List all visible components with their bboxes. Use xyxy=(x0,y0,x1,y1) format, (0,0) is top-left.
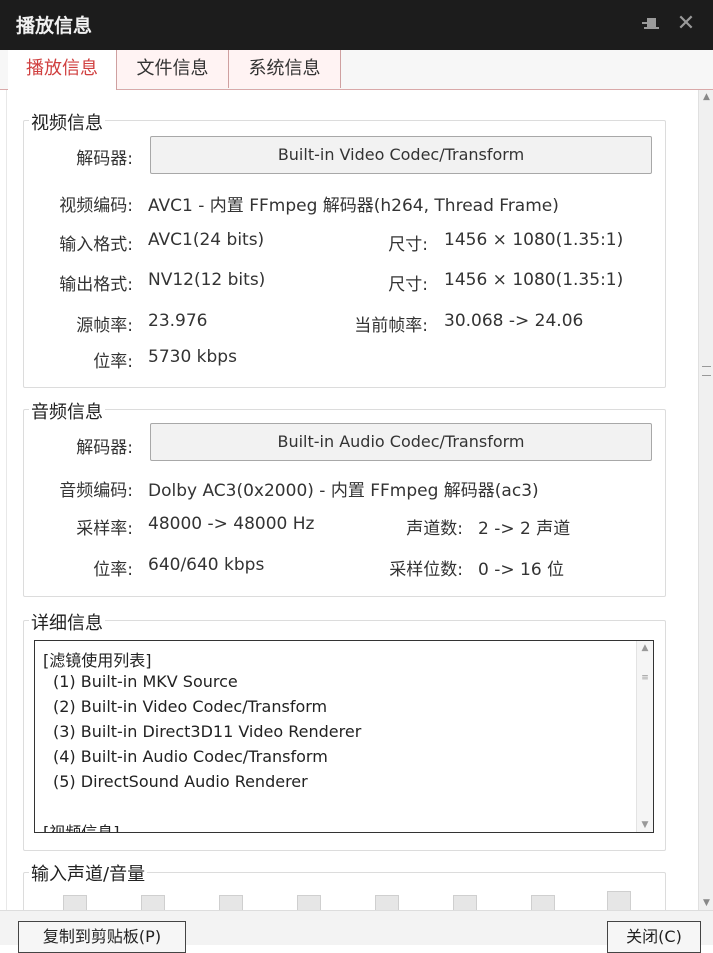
scroll-down-icon[interactable]: ▼ xyxy=(699,896,713,910)
details-line: (3) Built-in Direct3D11 Video Renderer xyxy=(53,722,362,741)
output-format-value: NV12(12 bits) xyxy=(148,270,266,290)
video-decoder-button[interactable]: Built-in Video Codec/Transform xyxy=(150,136,652,174)
output-size-label: 尺寸: xyxy=(388,275,428,295)
audio-decoder-button[interactable]: Built-in Audio Codec/Transform xyxy=(150,423,652,461)
output-size-value: 1456 × 1080(1.35:1) xyxy=(444,270,624,290)
video-decoder-label: 解码器: xyxy=(76,149,133,169)
audio-bitrate-value: 640/640 kbps xyxy=(148,555,265,575)
details-line: (4) Built-in Audio Codec/Transform xyxy=(53,747,328,766)
details-line: [视频信息] xyxy=(43,823,120,833)
audio-codec-value: Dolby AC3(0x2000) - 内置 FFmpeg 解码器(ac3) xyxy=(148,481,539,501)
tab-system-info[interactable]: 系统信息 xyxy=(229,50,341,88)
close-icon[interactable]: ✕ xyxy=(672,10,700,38)
footer-bar: 复制到剪贴板(P) 关闭(C) xyxy=(0,910,713,953)
tab-file-info[interactable]: 文件信息 xyxy=(117,50,229,88)
samplerate-value: 48000 -> 48000 Hz xyxy=(148,514,315,534)
video-codec-value: AVC1 - 内置 FFmpeg 解码器(h264, Thread Frame) xyxy=(148,196,559,216)
details-scroll-down-icon[interactable]: ▼ xyxy=(637,818,653,832)
details-line: [滤镜使用列表] xyxy=(43,651,152,670)
source-fps-value: 23.976 xyxy=(148,311,208,331)
details-scroll-up-icon[interactable]: ▲ xyxy=(637,641,653,655)
main-scrollbar[interactable]: ▲ ▼ xyxy=(698,90,713,910)
tab-bar: 播放信息 文件信息 系统信息 xyxy=(0,50,713,90)
video-info-legend: 视频信息 xyxy=(29,109,105,135)
details-line: (5) DirectSound Audio Renderer xyxy=(53,772,308,791)
video-bitrate-label: 位率: xyxy=(93,352,133,372)
sample-bits-label: 采样位数: xyxy=(389,560,463,580)
scroll-grip-icon[interactable] xyxy=(702,366,711,376)
video-bitrate-value: 5730 kbps xyxy=(148,347,237,367)
input-format-value: AVC1(24 bits) xyxy=(148,230,265,250)
source-fps-label: 源帧率: xyxy=(76,316,133,336)
audio-info-legend: 音频信息 xyxy=(29,398,105,424)
scroll-up-icon[interactable]: ▲ xyxy=(699,90,713,104)
input-size-value: 1456 × 1080(1.35:1) xyxy=(444,230,624,250)
copy-to-clipboard-button[interactable]: 复制到剪贴板(P) xyxy=(18,921,186,953)
volume-legend: 输入声道/音量 xyxy=(29,860,148,886)
details-line: (2) Built-in Video Codec/Transform xyxy=(53,697,328,716)
input-format-label: 输入格式: xyxy=(59,235,133,255)
details-scroll-grip-icon[interactable]: ≡ xyxy=(637,671,653,685)
sample-bits-value: 0 -> 16 位 xyxy=(478,560,565,580)
audio-decoder-label: 解码器: xyxy=(76,438,133,458)
samplerate-label: 采样率: xyxy=(76,519,133,539)
audio-codec-label: 音频编码: xyxy=(59,481,133,501)
details-line: (1) Built-in MKV Source xyxy=(53,672,238,691)
window-title: 播放信息 xyxy=(16,15,93,37)
channels-label: 声道数: xyxy=(406,519,463,539)
title-bar: 播放信息 ✕ xyxy=(0,0,713,51)
current-fps-value: 30.068 -> 24.06 xyxy=(444,311,584,331)
video-codec-label: 视频编码: xyxy=(59,196,133,216)
details-legend: 详细信息 xyxy=(29,609,105,635)
channels-value: 2 -> 2 声道 xyxy=(478,519,571,539)
output-format-label: 输出格式: xyxy=(59,275,133,295)
tab-playback-info[interactable]: 播放信息 xyxy=(8,50,117,90)
current-fps-label: 当前帧率: xyxy=(354,316,428,336)
close-button[interactable]: 关闭(C) xyxy=(607,921,701,953)
details-scrollbar[interactable]: ▲ ≡ ▼ xyxy=(636,641,653,832)
input-size-label: 尺寸: xyxy=(388,235,428,255)
audio-bitrate-label: 位率: xyxy=(93,560,133,580)
details-textbox[interactable]: [滤镜使用列表] (1) Built-in MKV Source (2) Bui… xyxy=(34,640,654,833)
pin-icon[interactable] xyxy=(637,10,665,38)
